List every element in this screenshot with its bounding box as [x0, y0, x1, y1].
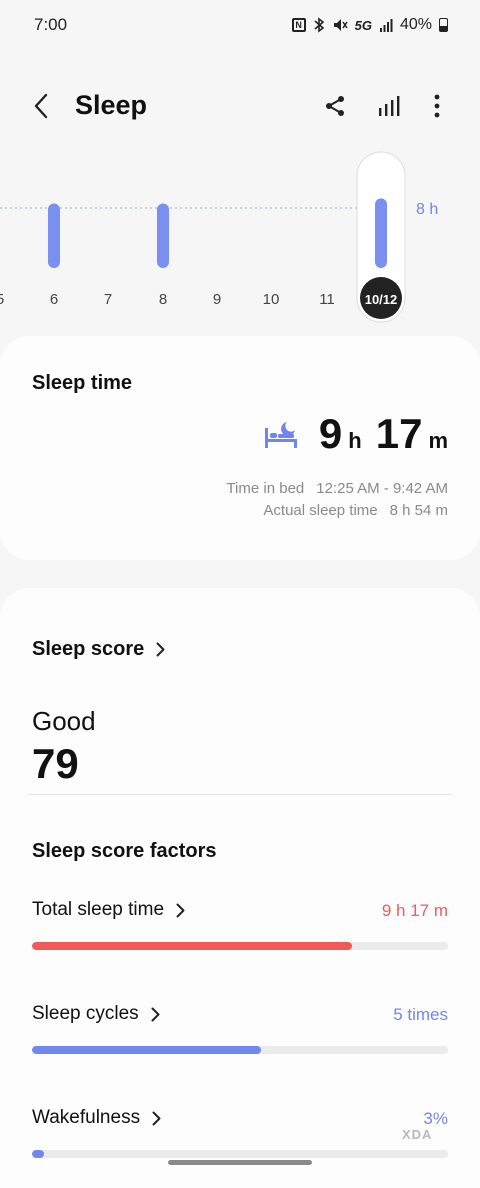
- page-title: Sleep: [75, 90, 148, 120]
- day-label-8[interactable]: 8: [159, 291, 167, 308]
- nfc-icon: N: [291, 18, 306, 32]
- factor-value: 9 h 17 m: [381, 901, 448, 920]
- network-type: 5G: [354, 17, 372, 33]
- factor-label: Total sleep time: [32, 899, 165, 920]
- factor-wakefulness-link[interactable]: Wakefulness: [32, 1107, 161, 1129]
- sleep-score-link[interactable]: Sleep score: [32, 638, 165, 661]
- factor-progress-fill: [32, 1046, 261, 1054]
- sleep-minutes-unit: m: [428, 428, 448, 453]
- factor-sleep-cycles-link[interactable]: Sleep cycles: [32, 1003, 160, 1025]
- bed-moon-icon: [265, 422, 297, 448]
- actual-sleep-row: Actual sleep time 8 h 54 m: [263, 502, 448, 519]
- signal-icon: [379, 19, 393, 32]
- actual-sleep-label: Actual sleep time: [263, 502, 378, 519]
- sleep-duration: 9 h 17 m: [319, 410, 448, 458]
- home-indicator[interactable]: [168, 1160, 312, 1165]
- sleep-minutes: 17: [375, 410, 423, 457]
- day-label-10/12[interactable]: 10/12: [365, 292, 398, 307]
- sleep-time-title: Sleep time: [32, 372, 133, 394]
- back-button[interactable]: [26, 88, 56, 124]
- divider: [28, 794, 452, 795]
- sleep-history-chart[interactable]: 8 h 5 6 7 8 9 10 11 10/12: [0, 150, 480, 330]
- factor-progress-track: [32, 942, 448, 950]
- factor-progress-track: [32, 1046, 448, 1054]
- sleep-time-card[interactable]: Sleep time 9 h 17 m Time in bed 12:25 AM …: [0, 336, 480, 560]
- day-label-5[interactable]: 5: [0, 291, 4, 308]
- watermark-logo: XDA: [402, 1127, 433, 1142]
- more-vert-icon: [434, 94, 440, 118]
- sleep-score-title: Sleep score: [32, 638, 145, 660]
- status-bar: 7:00 N 5G 40%: [0, 0, 480, 50]
- factor-value: 5 times: [393, 1005, 448, 1024]
- chevron-right-icon: [156, 642, 165, 657]
- sleep-history-svg: 8 h 5 6 7 8 9 10 11 10/12: [0, 151, 438, 323]
- score-rating: Good: [32, 706, 96, 736]
- sleep-hours: 9: [318, 410, 343, 457]
- score-value: 79: [32, 740, 79, 787]
- day-label-6[interactable]: 6: [50, 291, 58, 308]
- share-button[interactable]: [319, 90, 351, 122]
- trends-button[interactable]: [373, 90, 405, 122]
- more-options-button[interactable]: [421, 90, 453, 122]
- reference-label: 8 h: [416, 201, 438, 218]
- sleep-score-card: Sleep score Good 79 Sleep score factors …: [0, 588, 480, 1188]
- sleep-bar-day-8[interactable]: [157, 203, 169, 269]
- factor-label: Sleep cycles: [32, 1003, 139, 1024]
- share-icon: [326, 96, 344, 116]
- day-label-10[interactable]: 10: [263, 291, 280, 308]
- chart-day-labels: 5 6 7 8 9 10 11 10/12: [0, 277, 402, 319]
- time-in-bed-row: Time in bed 12:25 AM - 9:42 AM: [226, 480, 448, 497]
- sleep-hours-unit: h: [348, 428, 362, 453]
- back-arrow-icon: [34, 93, 48, 119]
- factor-progress-fill: [32, 1150, 45, 1158]
- factor-label: Wakefulness: [32, 1107, 141, 1128]
- day-label-9[interactable]: 9: [213, 291, 221, 308]
- battery-icon: [439, 18, 448, 32]
- factors-title: Sleep score factors: [32, 840, 217, 862]
- sleep-bar-day-6[interactable]: [48, 203, 60, 269]
- status-time: 7:00: [34, 15, 68, 34]
- factor-progress-track: [32, 1150, 448, 1158]
- day-label-11[interactable]: 11: [319, 291, 335, 308]
- chart-bars: [48, 198, 387, 268]
- sleep-bar-day-10/12[interactable]: [375, 198, 387, 268]
- factor-total-sleep-link[interactable]: Total sleep time: [32, 899, 185, 921]
- chevron-right-icon: [152, 1111, 161, 1125]
- chevron-right-icon: [151, 1007, 160, 1021]
- time-in-bed-label: Time in bed: [226, 480, 305, 497]
- battery-percent: 40%: [399, 16, 432, 33]
- mute-icon: [333, 19, 348, 31]
- status-icons: N 5G 40%: [291, 16, 448, 34]
- bluetooth-icon: [314, 17, 324, 33]
- bar-chart-icon: [379, 96, 400, 116]
- app-bar: Sleep: [0, 78, 480, 134]
- factor-progress-fill: [32, 942, 353, 950]
- day-label-7[interactable]: 7: [104, 291, 112, 308]
- factor-value: 3%: [423, 1109, 448, 1128]
- actual-sleep-value: 8 h 54 m: [389, 502, 448, 519]
- time-in-bed-value: 12:25 AM - 9:42 AM: [316, 480, 448, 497]
- chevron-right-icon: [176, 903, 185, 917]
